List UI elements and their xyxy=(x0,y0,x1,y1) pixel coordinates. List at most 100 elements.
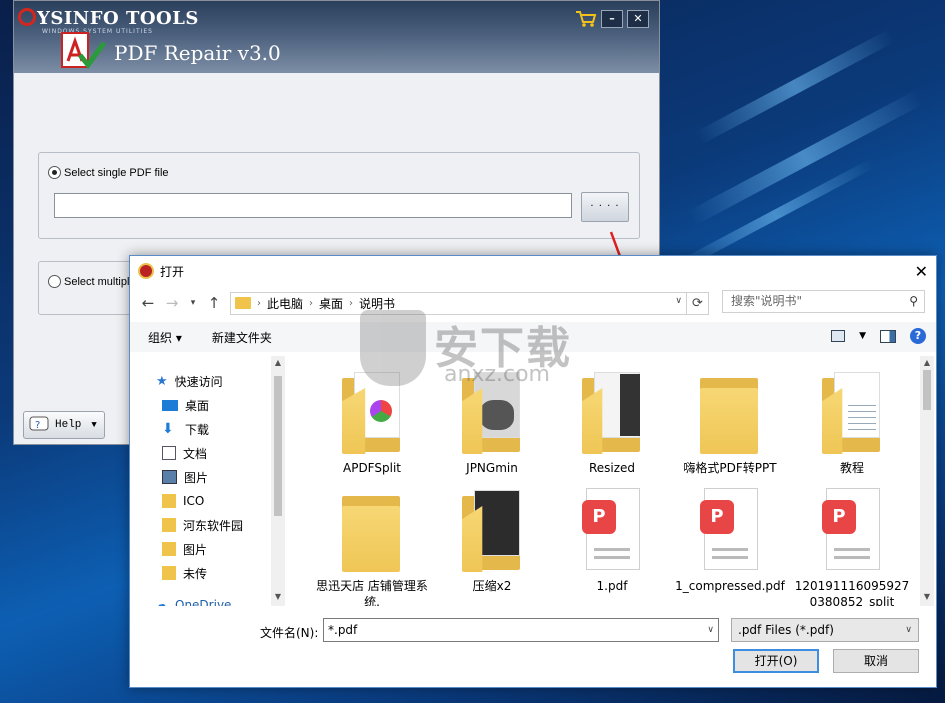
sidebar-item-onedrive[interactable]: ☁ OneDrive xyxy=(154,594,231,606)
folder-icon xyxy=(460,488,524,574)
pdf-repair-logo-icon xyxy=(61,32,107,70)
folder-icon xyxy=(698,370,762,456)
file-name: Resized xyxy=(588,461,636,475)
svg-text:?: ? xyxy=(35,420,40,431)
sidebar-item-hedong[interactable]: 河东软件园 xyxy=(162,514,243,536)
dialog-titlebar: 打开 ✕ xyxy=(130,256,936,286)
close-button[interactable]: ✕ xyxy=(627,10,649,28)
sidebar-item-desktop[interactable]: 桌面 📌 xyxy=(162,394,286,416)
address-dropdown-icon[interactable]: ∨ xyxy=(675,296,682,306)
file-name: 思迅天店 店铺管理系统. xyxy=(316,579,428,606)
scroll-up-icon[interactable]: ▲ xyxy=(920,358,934,367)
scroll-down-icon[interactable]: ▼ xyxy=(271,592,285,601)
file-type-select[interactable]: .pdf Files (*.pdf) ∨ xyxy=(731,618,919,642)
scrollbar-thumb[interactable] xyxy=(923,370,931,410)
radio-single-label: Select single PDF file xyxy=(64,166,169,179)
search-input[interactable]: 搜索"说明书" ⚲ xyxy=(722,290,925,313)
help-button[interactable]: ? Help ▼ xyxy=(23,411,105,439)
cloud-icon: ☁ xyxy=(154,597,168,606)
file-list-scrollbar[interactable]: ▲ ▼ xyxy=(920,356,934,606)
new-folder-button[interactable]: 新建文件夹 xyxy=(212,329,272,346)
view-chevron-down-icon[interactable]: ▼ xyxy=(859,331,866,341)
file-item[interactable]: 压缩x2 xyxy=(432,488,552,594)
desktop-icon xyxy=(162,399,178,411)
preview-pane-icon[interactable] xyxy=(880,329,896,343)
shield-icon xyxy=(360,310,426,386)
help-label: Help xyxy=(55,419,82,431)
file-item[interactable]: P 1201911160959270380852_split xyxy=(792,488,912,606)
folder-icon xyxy=(162,542,176,556)
scroll-up-icon[interactable]: ▲ xyxy=(271,358,285,367)
app-title: PDF Repair v3.0 xyxy=(114,41,281,65)
file-item[interactable]: P 1_compressed.pdf xyxy=(670,488,790,594)
file-name: APDFSplit xyxy=(343,461,401,475)
sidebar-item-documents[interactable]: 文档 📌 xyxy=(162,442,286,464)
file-name: 1.pdf xyxy=(596,579,628,593)
file-name: 压缩x2 xyxy=(472,579,512,593)
sidebar-item-pictures-folder[interactable]: 图片 xyxy=(162,538,207,560)
help-icon: ? xyxy=(29,416,49,431)
folder-icon xyxy=(162,566,176,580)
recent-locations-chevron-icon[interactable]: ▾ xyxy=(188,298,198,308)
app-header: YSINFO TOOLS WINDOWS SYSTEM UTILITIES PD… xyxy=(14,1,659,73)
file-name: JPNGmin xyxy=(466,461,518,475)
filename-label: 文件名(N): xyxy=(260,626,319,640)
file-item[interactable]: P 1.pdf xyxy=(552,488,672,594)
filename-row: 文件名(N): *.pdf ∨ .pdf Files (*.pdf) ∨ xyxy=(130,618,936,644)
pdf-file-icon: P xyxy=(820,488,884,574)
sidebar-item-quick-access[interactable]: ★ 快速访问 xyxy=(156,370,223,392)
refresh-icon[interactable]: ⟳ xyxy=(686,292,708,314)
open-button[interactable]: 打开(O) xyxy=(733,649,819,673)
breadcrumb-this-pc[interactable]: 此电脑 xyxy=(267,295,303,312)
help-icon[interactable]: ? xyxy=(910,328,926,344)
file-name: 嗨格式PDF转PPT xyxy=(683,461,777,475)
sidebar-item-unsent[interactable]: 未传 xyxy=(162,562,207,584)
forward-arrow-icon[interactable]: → xyxy=(164,294,180,312)
folder-icon xyxy=(162,494,176,508)
chevron-down-icon: ▼ xyxy=(91,420,97,430)
breadcrumb-desktop[interactable]: 桌面 xyxy=(319,295,343,312)
star-icon: ★ xyxy=(156,373,168,389)
radio-selected-icon[interactable] xyxy=(48,166,61,179)
desktop-light-beam xyxy=(686,89,924,227)
navigation-pane: ★ 快速访问 桌面 📌 ⬇ 下载 📌 文档 📌 图片 📌 ICO xyxy=(130,356,286,607)
up-arrow-icon[interactable]: ↑ xyxy=(206,294,222,312)
folder-icon xyxy=(340,488,404,574)
filename-input[interactable]: *.pdf ∨ xyxy=(323,618,719,642)
file-item[interactable]: 思迅天店 店铺管理系统. xyxy=(312,488,432,606)
view-options-icon[interactable] xyxy=(831,330,846,342)
filename-dropdown-icon[interactable]: ∨ xyxy=(707,619,714,641)
file-name: 教程 xyxy=(839,461,864,475)
scrollbar-thumb[interactable] xyxy=(274,376,282,516)
document-icon xyxy=(162,446,176,460)
dialog-title: 打开 xyxy=(160,264,185,279)
radio-multiple-label: Select multiple xyxy=(64,275,136,288)
radio-single-file[interactable]: Select single PDF file xyxy=(48,166,169,179)
file-name: 1201911160959270380852_split xyxy=(794,579,910,606)
cart-icon[interactable] xyxy=(575,10,597,28)
pdf-path-input[interactable] xyxy=(54,193,572,218)
back-arrow-icon[interactable]: ← xyxy=(140,294,156,312)
radio-multiple-files[interactable]: Select multiple xyxy=(48,275,136,288)
picture-icon xyxy=(162,470,177,484)
file-item[interactable]: 教程 xyxy=(792,370,912,476)
download-icon: ⬇ xyxy=(162,421,174,437)
pdf-file-icon: P xyxy=(580,488,644,574)
browse-button[interactable]: · · · · xyxy=(581,192,629,222)
chevron-down-icon: ∨ xyxy=(905,625,912,635)
sidebar-item-pictures[interactable]: 图片 📌 xyxy=(162,466,286,488)
close-icon[interactable]: ✕ xyxy=(915,262,928,281)
scroll-down-icon[interactable]: ▼ xyxy=(920,592,934,601)
cancel-button[interactable]: 取消 xyxy=(833,649,919,673)
radio-unselected-icon[interactable] xyxy=(48,275,61,288)
brand-logo: YSINFO TOOLS xyxy=(18,8,199,29)
organize-button[interactable]: 组织 ▾ xyxy=(148,329,182,346)
minimize-button[interactable]: – xyxy=(601,10,623,28)
single-file-group: Select single PDF file · · · · xyxy=(38,152,640,239)
sidebar-item-ico[interactable]: ICO xyxy=(162,490,204,512)
window-controls: – ✕ xyxy=(575,10,649,28)
sidebar-item-downloads[interactable]: ⬇ 下载 📌 xyxy=(162,418,286,440)
sidebar-scrollbar[interactable]: ▲ ▼ xyxy=(271,356,285,606)
watermark: 安下载 anxz.com xyxy=(360,306,580,392)
file-item[interactable]: 嗨格式PDF转PPT xyxy=(670,370,790,476)
